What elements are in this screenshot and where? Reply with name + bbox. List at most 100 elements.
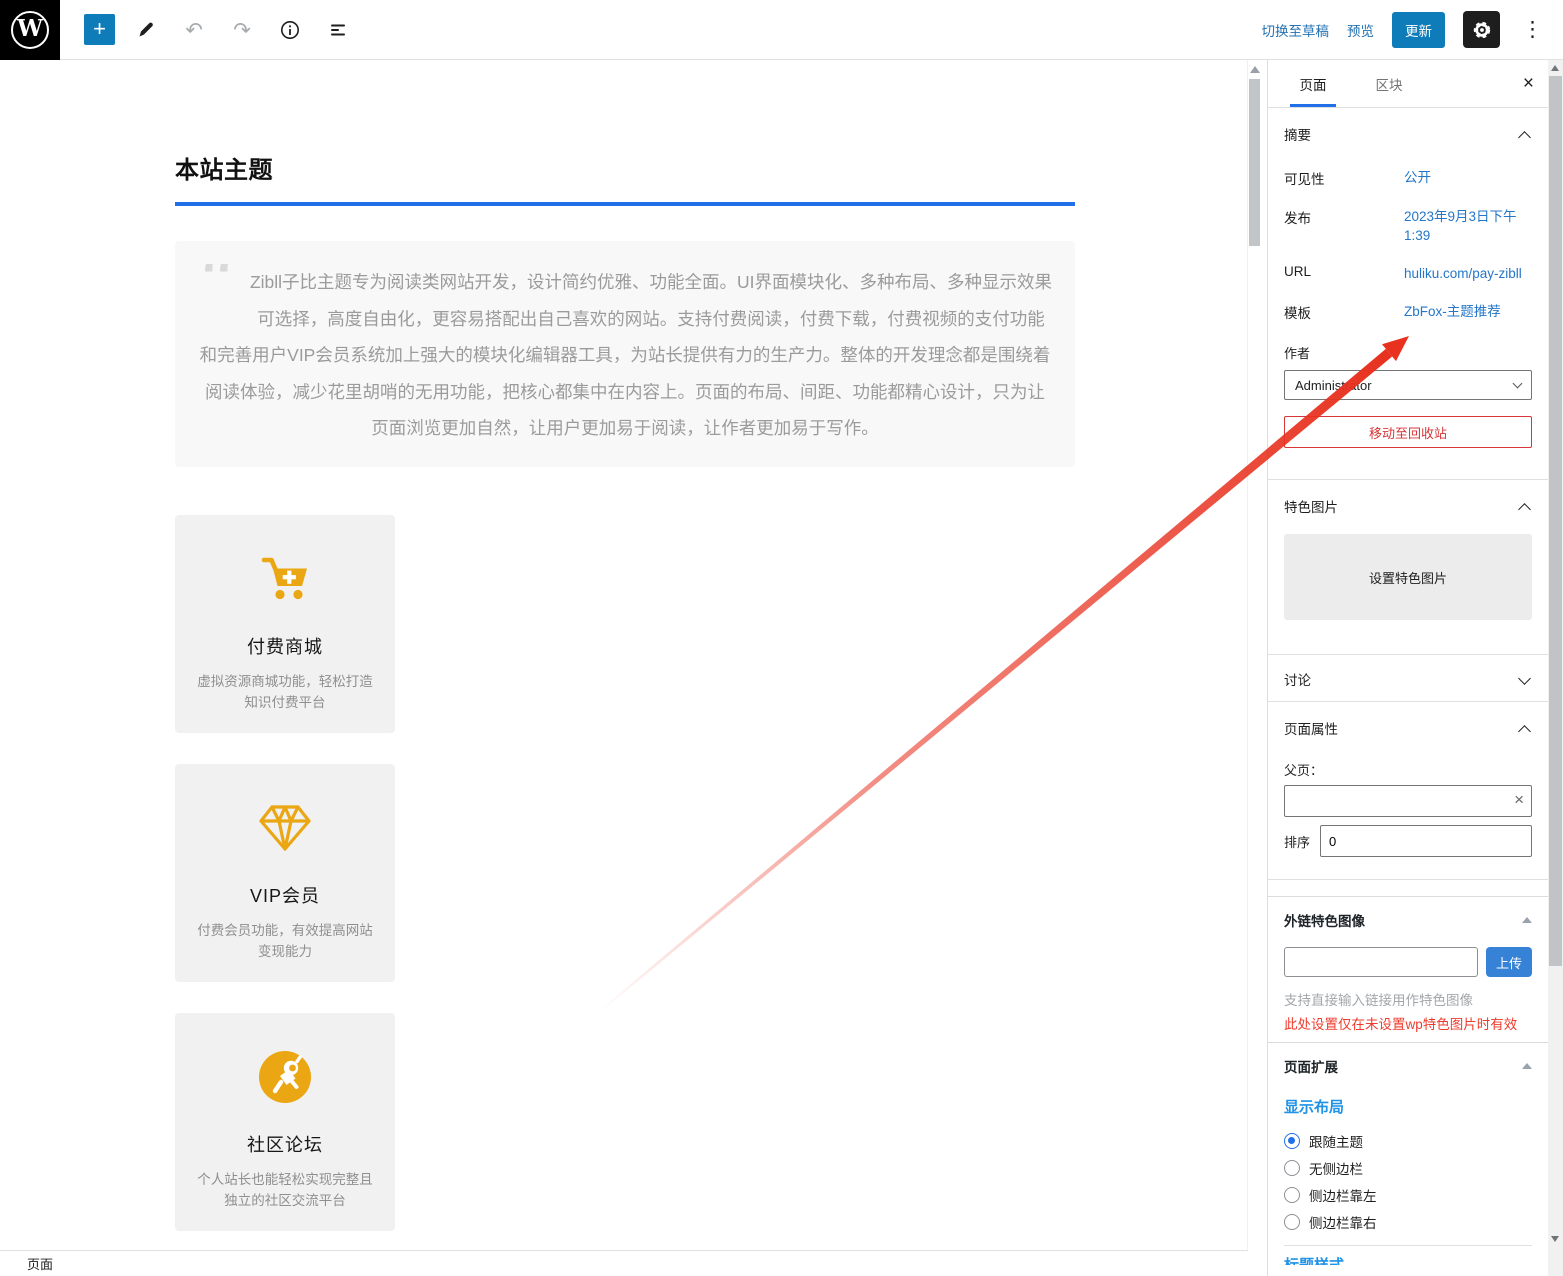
card-description: 个人站长也能轻松实现完整且独立的社区交流平台 [193,1169,377,1211]
divider [1284,1245,1532,1246]
tab-block[interactable]: 区块 [1358,60,1420,107]
feature-card-forum[interactable]: 社区论坛 个人站长也能轻松实现完整且独立的社区交流平台 [175,1013,395,1231]
list-view-button[interactable] [321,13,355,47]
panel-summary-toggle[interactable]: 摘要 [1268,108,1548,144]
add-block-button[interactable]: + [84,14,115,45]
radio-sidebar-left[interactable]: 侧边栏靠左 [1284,1185,1532,1205]
title-style-heading: 标题样式 [1284,1257,1344,1265]
card-title: 付费商城 [193,633,377,659]
summary-rows: 可见性 公开 发布 2023年9月3日下午 1:39 URL huliku.co… [1268,144,1548,322]
scrollbar-up-arrow-icon[interactable] [1551,65,1559,71]
sidebar-scrollbar[interactable] [1548,60,1563,1276]
external-image-help-text: 支持直接输入链接用作特色图像 [1284,989,1532,1009]
panel-page-attributes: 页面属性 父页： × 排序 [1268,702,1548,880]
chevron-up-icon [1518,131,1531,144]
next-section-clipped: 标题样式 [1284,1254,1532,1265]
separator-block[interactable] [175,202,1075,206]
radio-no-sidebar[interactable]: 无侧边栏 [1284,1158,1532,1178]
panel-featured-toggle[interactable]: 特色图片 [1268,480,1548,516]
panel-discussion-toggle[interactable]: 讨论 [1268,655,1548,689]
feature-card-vip[interactable]: VIP会员 付费会员功能，有效提高网站变现能力 [175,764,395,982]
cart-plus-icon [193,551,377,607]
card-description: 虚拟资源商城功能，轻松打造知识付费平台 [193,671,377,713]
radio-icon [1284,1133,1300,1149]
undo-icon: ↶ [185,18,203,42]
publish-date-link[interactable]: 2023年9月3日下午 1:39 [1404,207,1532,245]
breadcrumb[interactable]: 页面 [27,1254,53,1273]
upload-button[interactable]: 上传 [1486,947,1532,977]
radio-follow-theme[interactable]: 跟随主题 [1284,1131,1532,1151]
radio-icon [1284,1214,1300,1230]
update-button[interactable]: 更新 [1392,12,1445,48]
diamond-icon [193,800,377,856]
options-menu-button[interactable]: ⋮ [1518,17,1547,42]
settings-button[interactable] [1463,11,1500,48]
clear-icon[interactable]: × [1514,790,1524,810]
external-image-url-input[interactable] [1284,947,1478,977]
settings-sidebar: 页面 区块 × 摘要 可见性 公开 发布 2023年9月3日下午 1:39 U [1267,60,1548,1276]
editor-topbar: W + ↶ ↷ 切换至草稿 预览 更新 ⋮ [0,0,1563,60]
undo-button[interactable]: ↶ [177,13,211,47]
close-sidebar-icon[interactable]: × [1523,60,1534,108]
switch-to-draft-link[interactable]: 切换至草稿 [1262,20,1330,40]
row-url: URL huliku.com/pay-zibll [1284,264,1532,283]
set-featured-image-button[interactable]: 设置特色图片 [1284,534,1532,620]
panel-attributes-toggle[interactable]: 页面属性 [1268,702,1548,738]
sidebar-scrollbar-thumb[interactable] [1549,76,1562,966]
quote-mark-icon: “ [197,264,249,308]
external-image-warning-text: 此处设置仅在未设置wp特色图片时有效 [1284,1013,1532,1033]
toolbar-left-group: + ↶ ↷ [84,13,355,47]
pencil-icon [136,20,156,40]
astronaut-icon [193,1049,377,1105]
scrollbar-down-arrow-icon[interactable] [1551,1236,1559,1242]
parent-page-input[interactable] [1284,785,1532,817]
editor-canvas: 本站主题 “ Zibll子比主题专为阅读类网站开发，设计简约优雅、功能全面。UI… [0,60,1247,1250]
order-label: 排序 [1284,832,1320,851]
feature-cards: 付费商城 虚拟资源商城功能，轻松打造知识付费平台 [175,515,1075,1251]
gear-icon [1471,19,1493,41]
panel-summary: 摘要 可见性 公开 发布 2023年9月3日下午 1:39 URL huliku… [1268,108,1548,480]
toolbar-right-group: 切换至草稿 预览 更新 ⋮ [1262,11,1563,48]
canvas-scrollbar-thumb[interactable] [1249,79,1260,246]
tab-page[interactable]: 页面 [1282,60,1344,107]
post-content: 本站主题 “ Zibll子比主题专为阅读类网站开发，设计简约优雅、功能全面。UI… [175,60,1075,1250]
wordpress-logo-icon: W [11,11,49,49]
author-select-value: Administrator [1295,378,1372,393]
visibility-link[interactable]: 公开 [1404,168,1532,188]
redo-icon: ↷ [233,18,251,42]
parent-page-field: × [1284,785,1532,817]
edit-tool-button[interactable] [129,13,163,47]
feature-card-paid-shop[interactable]: 付费商城 虚拟资源商城功能，轻松打造知识付费平台 [175,515,395,733]
panel-featured-image: 特色图片 设置特色图片 [1268,480,1548,655]
sidebar-tabs: 页面 区块 × [1268,60,1548,108]
metabox-external-featured-image: 外链特色图像 上传 支持直接输入链接用作特色图像 此处设置仅在未设置wp特色图片… [1268,896,1548,1042]
radio-sidebar-right[interactable]: 侧边栏靠右 [1284,1212,1532,1232]
list-view-icon [327,19,349,41]
layout-radio-group: 跟随主题 无侧边栏 侧边栏靠左 侧边栏靠右 [1284,1131,1532,1232]
order-input[interactable] [1320,825,1532,857]
quote-block[interactable]: “ Zibll子比主题专为阅读类网站开发，设计简约优雅、功能全面。UI界面模块化… [175,241,1075,467]
metabox-pageext-toggle[interactable]: 页面扩展 [1268,1043,1548,1076]
post-title[interactable]: 本站主题 [175,150,1075,185]
canvas-scrollbar[interactable] [1247,60,1260,1276]
chevron-up-icon [1518,725,1531,738]
wordpress-block-editor: W + ↶ ↷ 切换至草稿 预览 更新 ⋮ [0,0,1563,1276]
quote-text: Zibll子比主题专为阅读类网站开发，设计简约优雅、功能全面。UI界面模块化、多… [197,264,1053,447]
card-description: 付费会员功能，有效提高网站变现能力 [193,920,377,962]
row-visibility: 可见性 公开 [1284,168,1532,188]
scrollbar-up-arrow-icon[interactable] [1250,66,1260,73]
template-link[interactable]: ZbFox-主题推荐 [1404,302,1532,322]
details-button[interactable] [273,13,307,47]
chevron-down-icon [1518,672,1531,685]
order-row: 排序 [1284,825,1532,857]
author-select[interactable]: Administrator [1284,370,1532,400]
redo-button[interactable]: ↷ [225,13,259,47]
metabox-external-toggle[interactable]: 外链特色图像 [1268,897,1548,930]
url-link[interactable]: huliku.com/pay-zibll [1404,264,1532,283]
move-to-trash-button[interactable]: 移动至回收站 [1284,416,1532,448]
radio-icon [1284,1160,1300,1176]
preview-link[interactable]: 预览 [1347,20,1374,40]
wordpress-logo-button[interactable]: W [0,0,60,60]
editor-footer: 页面 [0,1250,1248,1276]
triangle-up-icon [1522,1063,1532,1069]
